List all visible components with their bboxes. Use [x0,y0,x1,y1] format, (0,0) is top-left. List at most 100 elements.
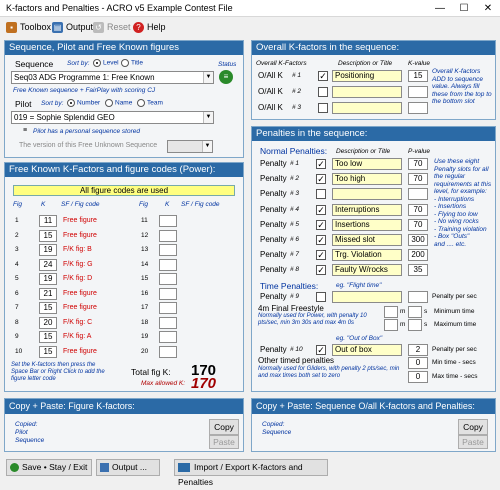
close-button[interactable]: ✕ [476,0,500,17]
penalty-row-desc[interactable]: Missed slot [332,234,402,246]
menu-output[interactable]: ▤ Output [52,20,93,34]
penalty-row-value[interactable]: 70 [408,173,428,186]
penalty-row-value[interactable]: 70 [408,158,428,170]
max-time-s[interactable] [408,319,422,331]
penalty-row-value[interactable]: 200 [408,249,428,262]
overall-row-num: # 2 [292,88,302,95]
overall-row-k[interactable]: 15 [408,70,428,82]
fig-k-input[interactable]: 15 [39,302,57,314]
version-select[interactable]: ▼ [167,140,213,153]
sort-team-radio[interactable]: Team [137,99,163,107]
fig-k-input[interactable]: 19 [39,244,57,256]
sort-name-radio[interactable]: Name [105,99,132,107]
overall-row-k[interactable] [408,86,428,98]
pilot-select[interactable]: 019 = Sophie Splendid GEO ▼ [11,111,214,124]
paste-sequence-button[interactable]: Paste [458,435,488,449]
penalty-row-checkbox[interactable]: ✓ [316,265,326,276]
copy-sequence-button[interactable]: Copy [458,419,488,435]
penalty-row-desc[interactable]: Interruptions [332,203,402,216]
sort-number-radio[interactable]: Number [67,99,100,107]
penalty-10-value[interactable]: 2 [408,344,428,356]
total-label: Total fig K: [131,367,171,377]
fig-code: Free figure [63,289,97,297]
penalty-9-desc[interactable] [332,291,402,303]
fig-k-input[interactable]: 24 [39,258,57,271]
penalty-9-per-sec[interactable] [408,291,428,303]
fig-k-input[interactable] [159,287,177,300]
penalty-row-checkbox[interactable] [316,189,326,200]
penalty-10-min[interactable]: 0 [408,357,428,369]
penalty-row-desc[interactable]: Trg. Violation [332,249,402,262]
sort-level-radio[interactable]: Level [93,59,119,67]
min-time-m[interactable] [384,306,398,318]
import-export-button[interactable]: Import / Export K-factors and Penalties [174,459,328,487]
fig-k-input[interactable]: 19 [39,273,57,285]
penalty-row-num: # 1 [290,160,300,167]
fig-number: 6 [15,289,19,297]
min-time-s[interactable] [408,306,422,318]
copy-figure-button[interactable]: Copy [209,419,239,435]
fig-number: 4 [15,260,19,268]
overall-row-checkbox[interactable] [318,103,328,113]
penalty-row-checkbox[interactable]: ✓ [316,174,326,185]
sort-title-radio[interactable]: Title [121,59,143,67]
paste-figure-button[interactable]: Paste [209,435,239,449]
copied-line-1: Copied: [15,421,38,428]
menu-help[interactable]: ? Help [133,20,166,34]
penalty-row-value[interactable]: 70 [408,203,428,216]
penalty-row-checkbox[interactable]: ✓ [316,204,326,215]
copy-sequence-title: Copy + Paste: Sequence O/all K-factors a… [252,399,495,414]
penalty-10-max[interactable]: 0 [408,371,428,383]
sequence-select[interactable]: Seq03 ADG Programme 1: Free Known ▼ [11,71,214,84]
fig-k-input[interactable] [159,244,177,256]
penalty-row-value[interactable]: 35 [408,264,428,277]
penalties-panel-title: Penalties in the sequence: [252,127,495,141]
penalty-row-value[interactable] [408,188,428,201]
overall-row-checkbox[interactable] [318,87,328,97]
penalty-row-checkbox[interactable]: ✓ [316,159,326,169]
output-button[interactable]: Output ... [96,459,160,476]
penalty-9-checkbox[interactable] [316,292,326,302]
penalty-row-desc[interactable]: Too low [332,158,402,170]
fig-k-input[interactable] [159,258,177,271]
menu-reset[interactable]: ↺ Reset [93,20,131,34]
overall-row-k[interactable] [408,102,428,114]
penalty-row-checkbox[interactable]: ✓ [316,235,326,245]
penalty-10-desc[interactable]: Out of box [332,344,402,356]
penalty-10-checkbox[interactable]: ✓ [316,345,326,355]
penalty-row-checkbox[interactable]: ✓ [316,219,326,230]
max-time-m[interactable] [384,319,398,331]
penalties-side-note: Use these eight Penalty slots for all th… [434,158,492,248]
fig-k-input[interactable] [159,302,177,314]
penalty-row-value[interactable]: 300 [408,234,428,246]
fig-k-input[interactable] [159,273,177,285]
fig-k-input[interactable] [159,331,177,343]
fig-k-input[interactable] [159,215,177,227]
sequence-panel-title: Sequence, Pilot and Free Known figures [5,41,243,55]
penalty-row-value[interactable]: 70 [408,218,428,231]
overall-row-checkbox[interactable]: ✓ [318,71,328,81]
menu-toolbox[interactable]: ▪ Toolbox [6,20,51,34]
save-button[interactable]: Save • Stay / Exit [6,459,92,476]
fig-k-input[interactable]: 15 [39,229,57,242]
fig-k-input[interactable]: 15 [39,331,57,343]
penalty-row-desc[interactable]: Faulty W/rocks [332,264,402,277]
help-icon: ? [133,21,144,33]
penalty-row-checkbox[interactable]: ✓ [316,250,326,261]
status-icon[interactable]: ≡ [219,70,233,84]
fig-k-input[interactable] [159,229,177,242]
overall-row-desc[interactable]: Positioning [332,70,402,82]
maximize-button[interactable]: ☐ [452,0,476,17]
minimize-button[interactable]: — [428,0,452,17]
penalty-row-desc[interactable] [332,188,402,201]
overall-row-desc[interactable] [332,86,402,98]
fig-k-input[interactable] [159,345,177,358]
overall-row-desc[interactable] [332,102,402,114]
fig-k-input[interactable]: 21 [39,287,57,300]
penalty-row-desc[interactable]: Too high [332,173,402,186]
fig-k-input[interactable]: 20 [39,316,57,329]
penalty-row-desc[interactable]: Insertions [332,218,402,231]
fig-k-input[interactable] [159,316,177,329]
fig-k-input[interactable]: 15 [39,345,57,358]
fig-k-input[interactable]: 11 [39,215,57,227]
